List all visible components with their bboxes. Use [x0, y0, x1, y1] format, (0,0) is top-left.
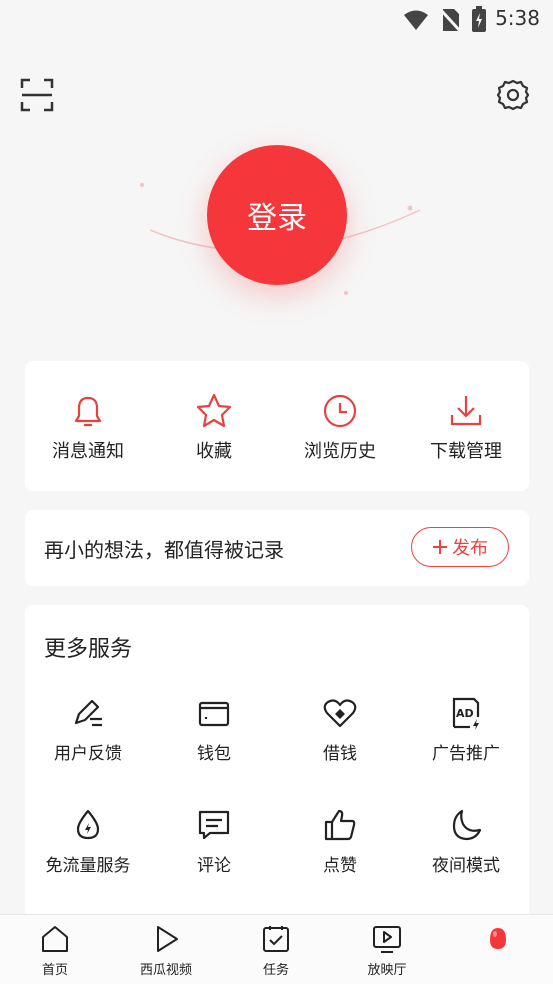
notifications-item[interactable]: 消息通知 — [25, 391, 151, 463]
history-item[interactable]: 浏览历史 — [277, 391, 403, 463]
pen-icon — [74, 699, 102, 727]
loan-icon — [323, 699, 357, 728]
downloads-label: 下载管理 — [430, 441, 502, 462]
home-icon — [42, 926, 68, 952]
thumbs-up-icon — [324, 809, 356, 841]
likes-item[interactable]: 点赞 — [277, 807, 403, 876]
task-icon — [263, 926, 289, 952]
no-sim-icon — [438, 7, 463, 34]
settings-gear-icon[interactable] — [496, 78, 530, 112]
nav-cinema-label: 放映厅 — [367, 963, 407, 978]
login-label: 登录 — [247, 201, 307, 236]
wallet-label: 钱包 — [197, 744, 231, 764]
favorites-item[interactable]: 收藏 — [151, 391, 277, 463]
battery-icon — [472, 6, 486, 32]
status-bar: 5:38 — [0, 0, 553, 40]
clock-icon — [323, 394, 357, 428]
plus-icon — [433, 540, 447, 554]
loan-label: 借钱 — [323, 744, 357, 764]
advertising-label: 广告推广 — [432, 744, 500, 764]
feedback-item[interactable]: 用户反馈 — [25, 695, 151, 764]
advertising-item[interactable]: AD 广告推广 — [403, 695, 529, 764]
bell-icon — [74, 396, 102, 427]
nav-xigua-video[interactable]: 西瓜视频 — [126, 923, 206, 978]
nav-home-label: 首页 — [41, 963, 68, 978]
history-label: 浏览历史 — [304, 441, 376, 462]
comment-icon — [198, 810, 230, 840]
egg-icon — [490, 928, 506, 949]
free-data-item[interactable]: 免流量服务 — [25, 807, 151, 876]
nav-tasks-label: 任务 — [262, 963, 289, 978]
post-slogan: 再小的想法，都值得被记录 — [44, 538, 284, 562]
downloads-item[interactable]: 下载管理 — [403, 391, 529, 463]
notifications-label: 消息通知 — [52, 441, 124, 462]
more-services-title: 更多服务 — [44, 637, 133, 662]
download-icon — [450, 396, 482, 426]
water-drop-icon — [76, 809, 100, 840]
nav-tasks[interactable]: 任务 — [236, 923, 316, 978]
scan-icon[interactable] — [20, 78, 54, 112]
star-icon — [196, 393, 232, 428]
comments-label: 评论 — [197, 856, 231, 876]
quick-actions-card: 消息通知 收藏 浏览历史 下载管理 — [25, 361, 529, 491]
login-button[interactable]: 登录 — [207, 145, 347, 285]
likes-label: 点赞 — [323, 856, 357, 876]
wallet-icon — [198, 701, 230, 727]
nav-cinema[interactable]: 放映厅 — [347, 923, 427, 978]
status-time: 5:38 — [495, 6, 540, 30]
svg-text:AD: AD — [456, 707, 474, 720]
feedback-label: 用户反馈 — [54, 744, 122, 764]
night-mode-label: 夜间模式 — [432, 856, 500, 876]
publish-button[interactable]: 发布 — [411, 527, 509, 567]
nav-xigua-video-label: 西瓜视频 — [139, 963, 192, 978]
moon-icon — [452, 809, 482, 841]
ad-icon: AD — [452, 697, 480, 730]
wallet-item[interactable]: 钱包 — [151, 695, 277, 764]
loan-item[interactable]: 借钱 — [277, 695, 403, 764]
free-data-label: 免流量服务 — [45, 856, 131, 876]
tv-icon — [373, 926, 401, 953]
night-mode-item[interactable]: 夜间模式 — [403, 807, 529, 876]
nav-home[interactable]: 首页 — [15, 923, 95, 978]
post-bar: 再小的想法，都值得被记录 发布 — [25, 510, 529, 586]
play-icon — [157, 926, 178, 952]
bottom-nav: 首页 西瓜视频 任务 放映厅 — [0, 914, 553, 984]
comments-item[interactable]: 评论 — [151, 807, 277, 876]
publish-label: 发布 — [452, 538, 488, 559]
more-services-card: 更多服务 用户反馈 钱包 借钱 AD 广告推广 免流量服务 评论 点赞 夜间模式 — [25, 605, 529, 935]
favorites-label: 收藏 — [196, 441, 232, 462]
nav-egg[interactable] — [458, 923, 538, 959]
wifi-icon — [404, 10, 428, 30]
